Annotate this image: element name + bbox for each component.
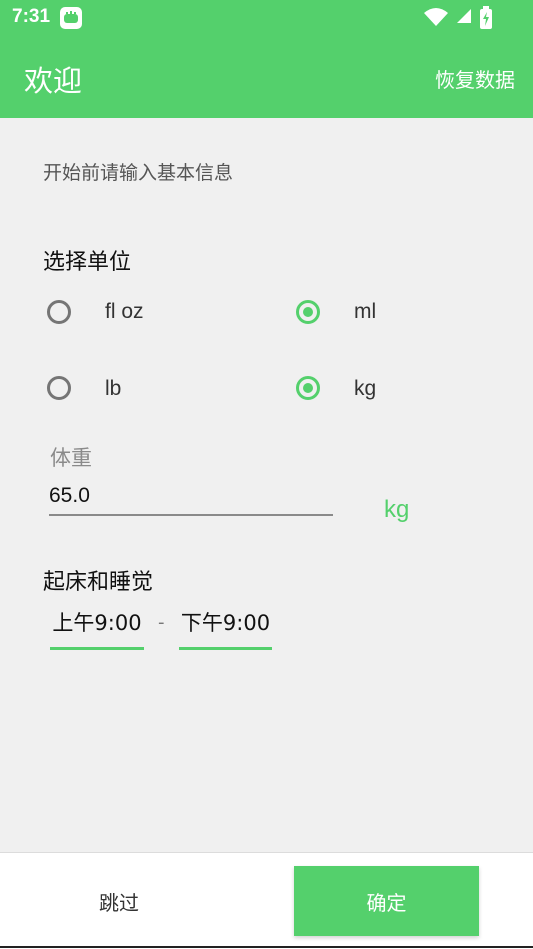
app-icon [60, 7, 82, 29]
wifi-icon [424, 8, 448, 26]
radio-kg[interactable] [296, 376, 320, 400]
radio-lb[interactable] [47, 376, 71, 400]
radio-label-ml: ml [354, 300, 377, 323]
bottom-action-bar: 跳过 确定 [0, 852, 533, 949]
intro-text: 开始前请输入基本信息 [43, 162, 234, 184]
sleep-time-field[interactable]: 下午9:00 [179, 606, 272, 650]
app-icon-svg [64, 11, 78, 23]
weight-input[interactable] [49, 478, 333, 516]
page-title: 欢迎 [24, 64, 83, 98]
time-separator: - [158, 612, 165, 633]
weight-field-label: 体重 [50, 446, 92, 470]
radio-fl-oz[interactable] [47, 300, 71, 324]
unit-section-title: 选择单位 [43, 250, 132, 275]
main-content: 开始前请输入基本信息 选择单位 fl oz ml lb kg 体重 kg 起床和… [0, 118, 533, 852]
wake-time-field[interactable]: 上午9:00 [50, 606, 144, 650]
status-time: 7:31 [12, 6, 51, 27]
weight-unit: kg [384, 496, 410, 523]
wake-sleep-title: 起床和睡觉 [43, 570, 154, 595]
signal-icon [457, 9, 471, 23]
restore-data-button[interactable]: 恢复数据 [435, 64, 515, 93]
skip-button[interactable]: 跳过 [54, 875, 184, 927]
radio-ml[interactable] [296, 300, 320, 324]
radio-label-kg: kg [354, 377, 377, 400]
battery-icon [480, 6, 492, 29]
radio-label-fl-oz: fl oz [105, 300, 144, 323]
radio-label-lb: lb [105, 377, 122, 400]
status-bar: 7:31 [0, 0, 533, 36]
app-bar: 欢迎 恢复数据 [0, 36, 533, 118]
confirm-button[interactable]: 确定 [294, 866, 479, 936]
